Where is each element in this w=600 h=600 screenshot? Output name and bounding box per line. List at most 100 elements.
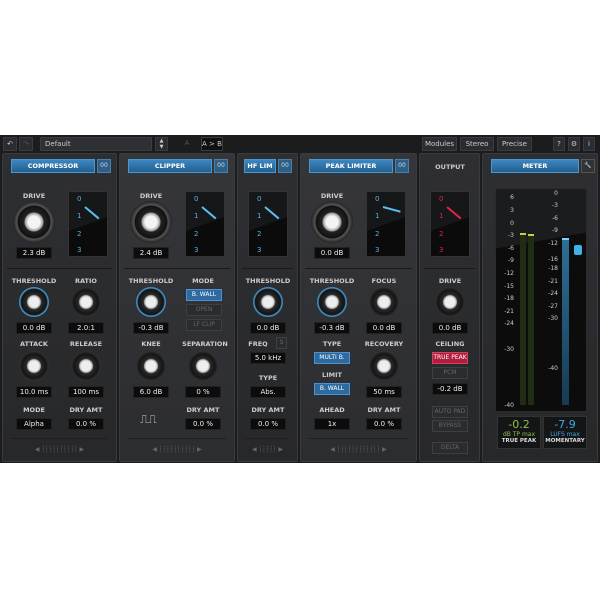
separation-value[interactable]: 0 %: [185, 386, 221, 398]
mode-bwall-button[interactable]: B. WALL: [186, 289, 222, 301]
true-peak-bar-right: [528, 234, 534, 405]
stereo-button[interactable]: Stereo: [460, 137, 494, 151]
link-icon[interactable]: 00: [278, 159, 292, 173]
waveform-icon: ⎍⎍: [140, 412, 157, 426]
preset-selector[interactable]: Default: [40, 137, 152, 151]
meter-toggle[interactable]: METER: [491, 159, 579, 173]
clipper-toggle[interactable]: CLIPPER: [128, 159, 212, 173]
momentary-label: MOMENTARY: [545, 438, 585, 444]
loudness-scale-tick: -6: [552, 215, 558, 222]
a-to-b-button[interactable]: A > B: [201, 137, 223, 151]
modules-button[interactable]: Modules: [422, 137, 457, 151]
wrench-icon[interactable]: 🔧: [581, 159, 595, 173]
threshold-value[interactable]: 0.0 dB: [16, 322, 52, 334]
link-icon[interactable]: 00: [97, 159, 111, 173]
gr-scale-label: 2: [257, 230, 262, 238]
true-peak-scale-tick: -9: [508, 257, 514, 264]
threshold-knob[interactable]: [136, 287, 166, 317]
threshold-value[interactable]: 0.0 dB: [250, 322, 286, 334]
threshold-knob[interactable]: [19, 287, 49, 317]
recovery-label: RECOVERY: [364, 340, 404, 348]
true-peak-scale-tick: -21: [504, 308, 514, 315]
auto-pad-button[interactable]: AUTO PAD: [432, 406, 468, 418]
freq-s-button[interactable]: S: [276, 337, 287, 349]
undo-icon[interactable]: ↶: [3, 137, 17, 151]
ratio-knob[interactable]: [71, 287, 101, 317]
info-button[interactable]: i: [583, 137, 595, 151]
delta-button[interactable]: DELTA: [432, 442, 468, 454]
lookahead-value[interactable]: 1x: [314, 418, 350, 430]
separation-knob[interactable]: [188, 351, 218, 381]
mode-selector[interactable]: Alpha: [16, 418, 52, 430]
threshold-knob[interactable]: [317, 287, 347, 317]
dry-amount-value[interactable]: 0.0 %: [250, 418, 286, 430]
momentary-loudness-bar: [562, 238, 569, 405]
type-multiband-button[interactable]: MULTI B.: [314, 352, 350, 364]
true-peak-button[interactable]: TRUE PEAK: [432, 352, 468, 364]
drive-knob[interactable]: [130, 201, 172, 243]
limit-bwall-button[interactable]: B. WALL: [314, 383, 350, 395]
clipper-panel: CLIPPER 00 DRIVE 2.4 dB 0 1 2 3 THRESHOLD -…: [119, 153, 235, 462]
loudness-scale-tick: -21: [548, 278, 558, 285]
drive-value[interactable]: 0.0 dB: [314, 247, 350, 259]
release-knob[interactable]: [71, 351, 101, 381]
link-icon[interactable]: 00: [395, 159, 409, 173]
release-value[interactable]: 100 ms: [68, 386, 104, 398]
threshold-value[interactable]: -0.3 dB: [133, 322, 169, 334]
gear-icon[interactable]: ⚙: [568, 137, 580, 151]
dry-amount-value[interactable]: 0.0 %: [185, 418, 221, 430]
dry-amount-value[interactable]: 0.0 %: [366, 418, 402, 430]
drive-knob[interactable]: [311, 201, 353, 243]
mode-lfclip-button[interactable]: LF CLIP: [186, 319, 222, 331]
attack-label: ATTACK: [20, 340, 48, 348]
attack-value[interactable]: 10.0 ms: [16, 386, 52, 398]
pcm-button[interactable]: PCM: [432, 367, 468, 379]
ceiling-value[interactable]: -0.2 dB: [432, 383, 468, 395]
drive-value[interactable]: 2.4 dB: [133, 247, 169, 259]
compressor-panel: COMPRESSOR 00 DRIVE 2.3 dB 0 1 2 3 THRESHOL…: [2, 153, 117, 462]
drive-value[interactable]: 2.3 dB: [16, 247, 52, 259]
gain-reduction-display: 0 1 2 3: [68, 191, 108, 257]
peak-limiter-toggle[interactable]: PEAK LIMITER: [309, 159, 393, 173]
ratio-value[interactable]: 2.0:1: [68, 322, 104, 334]
band-scroller[interactable]: ◀ ┆┆┆┆┆ ▶: [252, 446, 283, 453]
limiter-gain-reduction-display: 0 1 2 3: [366, 191, 406, 257]
knee-value[interactable]: 6.0 dB: [133, 386, 169, 398]
help-button[interactable]: ?: [553, 137, 565, 151]
dry-amount-value[interactable]: 0.0 %: [68, 418, 104, 430]
hf-limiter-toggle[interactable]: HF LIM: [244, 159, 276, 173]
threshold-value[interactable]: -0.3 dB: [314, 322, 350, 334]
output-title: OUTPUT: [435, 163, 465, 171]
bypass-button[interactable]: BYPASS: [432, 420, 468, 432]
redo-icon[interactable]: ↷: [19, 137, 33, 151]
focus-value[interactable]: 0.0 dB: [366, 322, 402, 334]
gr-scale-label: 2: [77, 230, 82, 238]
gr-scale-label: 0: [257, 195, 262, 203]
gr-scale-label: 1: [257, 212, 262, 220]
output-display: 0 1 2 3: [430, 191, 470, 257]
focus-knob[interactable]: [369, 287, 399, 317]
output-drive-value[interactable]: 0.0 dB: [432, 322, 468, 334]
type-selector[interactable]: Abs.: [250, 386, 286, 398]
loudness-target-handle[interactable]: [574, 245, 582, 255]
freq-value[interactable]: 5.0 kHz: [250, 352, 286, 364]
recovery-knob[interactable]: [369, 351, 399, 381]
true-peak-bar-left: [520, 233, 526, 405]
band-scroller[interactable]: ◀ ┆┆┆┆┆┆┆┆┆┆ ▶: [35, 446, 84, 453]
output-drive-knob[interactable]: [435, 287, 465, 317]
mode-open-button[interactable]: OPEN: [186, 304, 222, 316]
true-peak-scale-tick: -30: [504, 346, 514, 353]
drive-knob[interactable]: [13, 201, 55, 243]
compressor-toggle[interactable]: COMPRESSOR: [11, 159, 95, 173]
band-scroller[interactable]: ◀ ┆┆┆┆┆┆┆┆┆┆ ▶: [152, 446, 201, 453]
a-button[interactable]: A: [180, 137, 194, 151]
threshold-knob[interactable]: [253, 287, 283, 317]
precise-button[interactable]: Precise: [497, 137, 532, 151]
recovery-value[interactable]: 50 ms: [366, 386, 402, 398]
link-icon[interactable]: 00: [214, 159, 228, 173]
attack-knob[interactable]: [19, 351, 49, 381]
preset-arrows[interactable]: ▲ ▼: [155, 137, 168, 151]
band-scroller[interactable]: ◀ ┆┆┆┆┆┆┆┆┆┆┆┆ ▶: [330, 446, 386, 453]
loudness-scale-tick: -24: [548, 290, 558, 297]
knee-knob[interactable]: [136, 351, 166, 381]
